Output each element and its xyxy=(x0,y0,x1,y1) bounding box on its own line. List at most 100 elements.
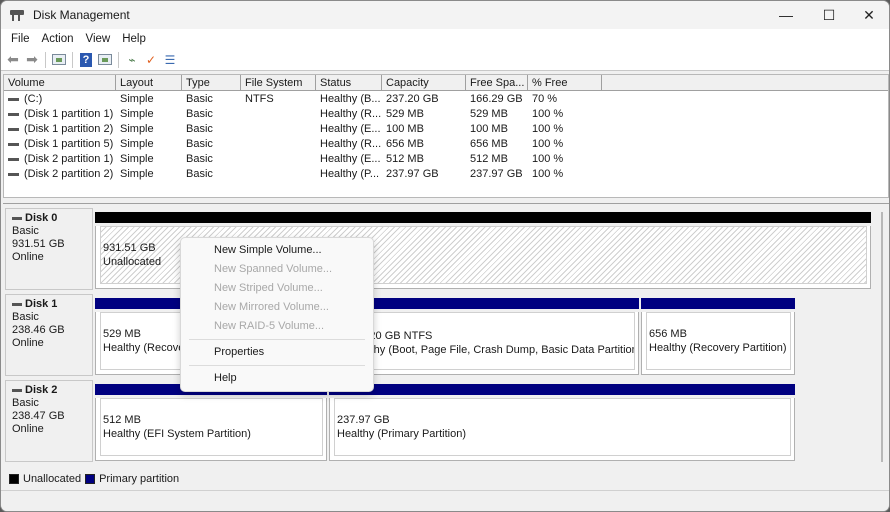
volume-row[interactable]: (Disk 1 partition 2) Simple Basic Healthy (… xyxy=(4,122,888,137)
volume-name: (Disk 1 partition 1) xyxy=(24,108,114,120)
forward-icon[interactable]: ➡ xyxy=(24,51,40,68)
partition-label: 237.97 GB Healthy (Primary Partition) xyxy=(334,398,791,456)
console-tree-icon[interactable] xyxy=(51,52,67,68)
disk-name-text: Disk 0 xyxy=(25,212,58,224)
legend-swatch-unallocated xyxy=(9,474,19,484)
volume-cell: Basic xyxy=(186,153,213,165)
volume-cell: 100 MB xyxy=(386,123,424,135)
volume-name: (Disk 1 partition 5) xyxy=(24,138,114,150)
volume-row[interactable]: (Disk 1 partition 1) Simple Basic Healthy (… xyxy=(4,107,888,122)
window-title: Disk Management xyxy=(33,8,130,22)
partition-body: 512 MB Healthy (EFI System Partition) xyxy=(95,398,327,461)
volume-cell xyxy=(241,167,316,182)
volume-row[interactable]: (Disk 1 partition 5) Simple Basic Healthy (… xyxy=(4,137,888,152)
volume-cell: 70 % xyxy=(532,93,558,105)
volume-cell: Basic xyxy=(186,93,213,105)
properties-icon[interactable]: ✓ xyxy=(143,52,159,68)
disk-icon xyxy=(12,216,22,220)
menu-action[interactable]: Action xyxy=(36,33,80,45)
disk-type: Basic xyxy=(12,225,39,237)
volume-cell: 100 % xyxy=(532,153,564,165)
volume-cell: Basic xyxy=(186,108,213,120)
volume-cell: 166.29 GB xyxy=(470,93,523,105)
column-free-space[interactable]: Free Spa... xyxy=(466,75,528,91)
volume-cell: Simple xyxy=(120,138,154,150)
menu-item-properties[interactable]: Properties xyxy=(181,343,373,362)
disk-info[interactable]: Disk 1 Basic 238.46 GB Online xyxy=(5,294,93,376)
status-bar xyxy=(1,490,889,511)
connect-icon[interactable]: ⌁ xyxy=(124,52,140,68)
volume-name: (C:) xyxy=(24,93,43,105)
column-capacity[interactable]: Capacity xyxy=(382,75,466,91)
legend-label-unallocated: Unallocated xyxy=(23,473,82,485)
volume-cell: Basic xyxy=(186,138,213,150)
column-status[interactable]: Status xyxy=(316,75,382,91)
partition[interactable]: 512 MB Healthy (EFI System Partition) xyxy=(95,384,327,461)
volume-cell: Simple xyxy=(120,123,154,135)
volume-cell: Simple xyxy=(120,153,154,165)
menu-file[interactable]: File xyxy=(5,33,36,45)
toolbar-separator xyxy=(118,51,119,68)
menu-item-new-raid5-volume: New RAID-5 Volume... xyxy=(214,320,325,332)
volume-icon xyxy=(8,127,19,131)
partition[interactable]: 656 MB Healthy (Recovery Partition) xyxy=(641,298,795,375)
volume-cell: Simple xyxy=(120,93,154,105)
volume-row[interactable]: (Disk 2 partition 2) Simple Basic Healthy (… xyxy=(4,167,888,182)
disk-2: Disk 2 Basic 238.47 GB Online 512 MB Healthy … xyxy=(5,380,800,464)
disk-info[interactable]: Disk 2 Basic 238.47 GB Online xyxy=(5,380,93,462)
column-percent-free[interactable]: % Free xyxy=(528,75,602,91)
column-type[interactable]: Type xyxy=(182,75,241,91)
action-pane-icon[interactable] xyxy=(97,52,113,68)
volume-row[interactable]: (C:) Simple Basic NTFS Healthy (B... 237.20 G… xyxy=(4,92,888,107)
disk-type: Basic xyxy=(12,397,39,409)
menu-help[interactable]: Help xyxy=(116,33,152,45)
menu-item-new-simple-volume[interactable]: New Simple Volume... xyxy=(181,241,373,260)
partition[interactable]: (C:)237.20 GB NTFS Healthy (Boot, Page Fi… xyxy=(340,298,639,375)
disk-info[interactable]: Disk 0 Basic 931.51 GB Online xyxy=(5,208,93,290)
column-layout[interactable]: Layout xyxy=(116,75,182,91)
maximize-button[interactable]: ☐ xyxy=(809,1,849,29)
partition-bar xyxy=(95,212,871,223)
volume-cell: 237.20 GB xyxy=(386,93,439,105)
disk-management-window: Disk Management — ☐ ✕ File Action View H… xyxy=(0,0,890,512)
legend-label-primary: Primary partition xyxy=(99,473,180,485)
volume-name-cell: (Disk 2 partition 2) xyxy=(4,167,116,182)
menu-bar: File Action View Help xyxy=(1,29,889,49)
close-button[interactable]: ✕ xyxy=(849,1,889,29)
volume-row[interactable]: (Disk 2 partition 1) Simple Basic Healthy (… xyxy=(4,152,888,167)
minimize-button[interactable]: — xyxy=(766,1,806,29)
volume-cell: 100 % xyxy=(532,123,564,135)
volume-name-cell: (Disk 1 partition 2) xyxy=(4,122,116,137)
volume-cell: Healthy (B... xyxy=(320,93,381,105)
volume-cell: 512 MB xyxy=(386,153,424,165)
partition-label: 656 MB Healthy (Recovery Partition) xyxy=(646,312,791,370)
menu-item-help[interactable]: Help xyxy=(181,369,373,388)
volume-cell: Basic xyxy=(186,168,213,180)
volume-cell xyxy=(241,107,316,122)
volume-cell: 100 MB xyxy=(470,123,508,135)
list-view-icon[interactable]: ☰ xyxy=(162,52,178,68)
partition-line2: 512 MB xyxy=(103,414,141,426)
volume-name: (Disk 2 partition 1) xyxy=(24,153,114,165)
volume-cell: 656 MB xyxy=(470,138,508,150)
partition-label: 512 MB Healthy (EFI System Partition) xyxy=(100,398,323,456)
toolbar-separator xyxy=(72,51,73,68)
volume-name-cell: (Disk 1 partition 5) xyxy=(4,137,116,152)
disk-icon xyxy=(12,302,22,306)
disk-name-text: Disk 2 xyxy=(25,384,58,396)
context-menu: New Simple Volume... New Spanned Volume.… xyxy=(180,237,374,392)
volume-cell: 100 % xyxy=(532,108,564,120)
help-icon[interactable]: ? xyxy=(78,52,94,68)
partition-body: 237.97 GB Healthy (Primary Partition) xyxy=(329,398,795,461)
volume-cell: Simple xyxy=(120,108,154,120)
column-file-system[interactable]: File System xyxy=(241,75,316,91)
back-icon[interactable]: ⬅ xyxy=(5,51,21,68)
disk-name-text: Disk 1 xyxy=(25,298,58,310)
column-volume[interactable]: Volume xyxy=(4,75,116,91)
partition[interactable]: 237.97 GB Healthy (Primary Partition) xyxy=(329,384,795,461)
partition-line3: Healthy (EFI System Partition) xyxy=(103,428,251,440)
partition-line3: Healthy (Recovery Partition) xyxy=(649,342,787,354)
vertical-scrollbar[interactable] xyxy=(881,212,883,462)
volume-icon xyxy=(8,157,19,161)
menu-view[interactable]: View xyxy=(80,33,117,45)
